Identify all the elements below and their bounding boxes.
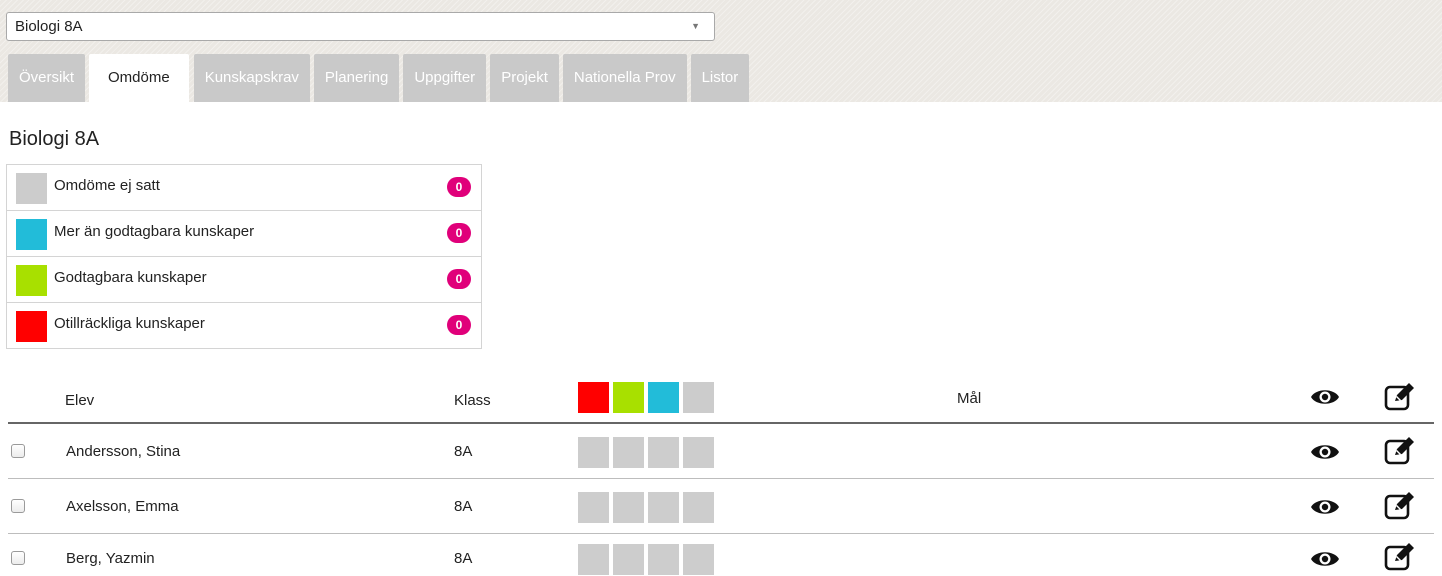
tab-projekt[interactable]: Projekt xyxy=(490,54,559,102)
student-class: 8A xyxy=(454,550,473,567)
count-badge: 0 xyxy=(447,223,471,243)
filter-swatch-insufficient[interactable] xyxy=(578,382,609,413)
legend-label: Omdöme ej satt xyxy=(54,177,160,194)
edit-icon[interactable] xyxy=(1384,435,1416,465)
grade-cell[interactable] xyxy=(683,492,714,523)
eye-icon[interactable] xyxy=(1310,441,1340,463)
table-header: Elev Klass Mål xyxy=(8,376,1434,424)
student-name[interactable]: Andersson, Stina xyxy=(66,443,180,460)
table-row: Axelsson, Emma 8A xyxy=(8,480,1434,534)
table-row: Andersson, Stina 8A xyxy=(8,425,1434,479)
tab-kunskapskrav[interactable]: Kunskapskrav xyxy=(193,54,310,102)
tab-uppgifter[interactable]: Uppgifter xyxy=(403,54,487,102)
legend-row-passing[interactable]: Godtagbara kunskaper 0 xyxy=(7,257,481,303)
grade-cell[interactable] xyxy=(683,437,714,468)
page-title: Biologi 8A xyxy=(9,128,100,150)
grade-cell[interactable] xyxy=(613,437,644,468)
legend-swatch xyxy=(16,173,47,204)
tab-oversikt[interactable]: Översikt xyxy=(8,54,86,102)
count-badge: 0 xyxy=(447,269,471,289)
tab-omdome[interactable]: Omdöme xyxy=(89,54,189,102)
legend-row-insufficient[interactable]: Otillräckliga kunskaper 0 xyxy=(7,303,481,348)
course-select-value: Biologi 8A xyxy=(15,18,83,35)
edit-icon[interactable] xyxy=(1384,490,1416,520)
legend-row-above-passing[interactable]: Mer än godtagbara kunskaper 0 xyxy=(7,211,481,257)
column-header-goal[interactable]: Mål xyxy=(957,390,981,407)
edit-icon[interactable] xyxy=(1384,541,1416,571)
filter-swatch-not-set[interactable] xyxy=(683,382,714,413)
row-checkbox[interactable] xyxy=(11,444,25,458)
grade-cell[interactable] xyxy=(613,544,644,575)
course-select[interactable]: Biologi 8A ▼ xyxy=(6,12,715,41)
filter-swatch-passing[interactable] xyxy=(613,382,644,413)
table-row: Berg, Yazmin 8A xyxy=(8,535,1434,576)
column-header-student[interactable]: Elev xyxy=(65,392,94,409)
legend-swatch xyxy=(16,311,47,342)
row-checkbox[interactable] xyxy=(11,551,25,565)
eye-icon[interactable] xyxy=(1310,548,1340,570)
column-header-class[interactable]: Klass xyxy=(454,392,491,409)
grade-cell[interactable] xyxy=(683,544,714,575)
eye-icon[interactable] xyxy=(1310,386,1340,408)
student-name[interactable]: Axelsson, Emma xyxy=(66,498,179,515)
legend-label: Godtagbara kunskaper xyxy=(54,269,207,286)
count-badge: 0 xyxy=(447,315,471,335)
grade-cell[interactable] xyxy=(613,492,644,523)
row-checkbox[interactable] xyxy=(11,499,25,513)
grade-cell[interactable] xyxy=(648,544,679,575)
legend-label: Otillräckliga kunskaper xyxy=(54,315,205,332)
legend-swatch xyxy=(16,219,47,250)
grade-cell[interactable] xyxy=(578,544,609,575)
assessment-legend: Omdöme ej satt 0 Mer än godtagbara kunsk… xyxy=(6,164,482,349)
legend-swatch xyxy=(16,265,47,296)
tab-bar: Översikt Omdöme Kunskapskrav Planering U… xyxy=(8,54,753,102)
tab-nationella-prov[interactable]: Nationella Prov xyxy=(562,54,687,102)
dropdown-arrow-icon: ▼ xyxy=(691,21,700,31)
grade-cell[interactable] xyxy=(648,492,679,523)
grade-cell[interactable] xyxy=(578,437,609,468)
grade-cell[interactable] xyxy=(648,437,679,468)
tab-listor[interactable]: Listor xyxy=(690,54,750,102)
legend-label: Mer än godtagbara kunskaper xyxy=(54,223,255,240)
eye-icon[interactable] xyxy=(1310,496,1340,518)
count-badge: 0 xyxy=(447,177,471,197)
legend-row-not-set[interactable]: Omdöme ej satt 0 xyxy=(7,165,481,211)
student-name[interactable]: Berg, Yazmin xyxy=(66,550,155,567)
grade-cell[interactable] xyxy=(578,492,609,523)
edit-icon[interactable] xyxy=(1384,381,1416,411)
student-class: 8A xyxy=(454,498,473,515)
student-class: 8A xyxy=(454,443,473,460)
filter-swatch-above-passing[interactable] xyxy=(648,382,679,413)
tab-planering[interactable]: Planering xyxy=(313,54,400,102)
